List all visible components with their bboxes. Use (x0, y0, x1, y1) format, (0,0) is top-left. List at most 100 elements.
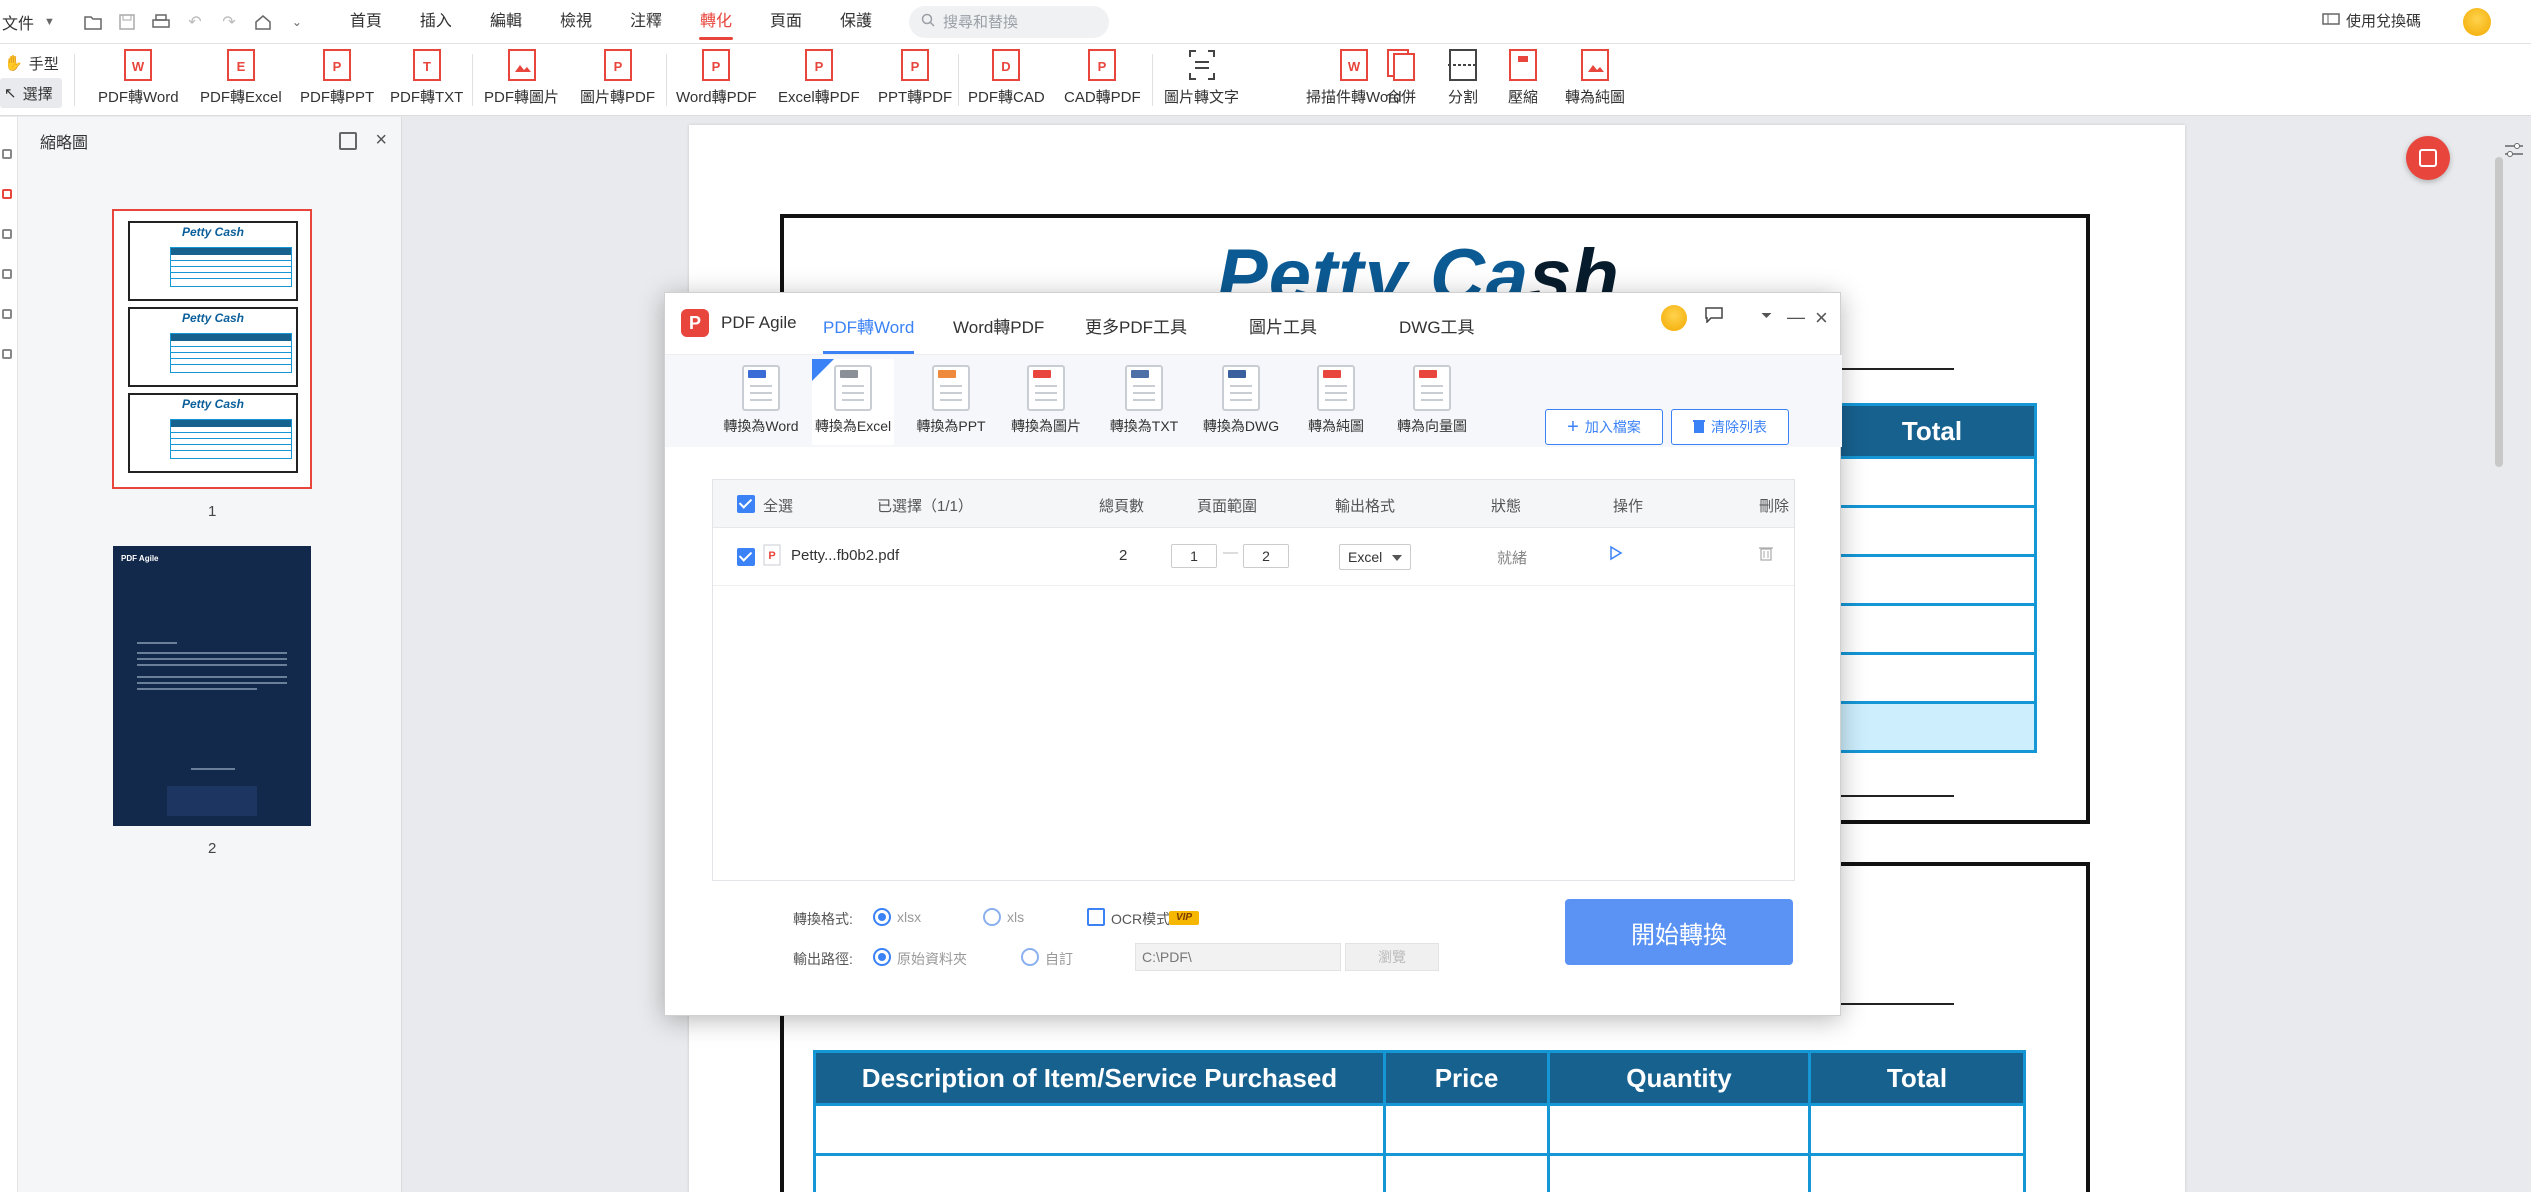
compress-button[interactable]: 壓縮 (1508, 48, 1538, 107)
pdf-to-cad-button[interactable]: D PDF轉CAD (968, 48, 1045, 107)
page-thumbnail-1[interactable]: Petty Cash Petty Cash Petty Cash (112, 209, 312, 489)
svg-text:T: T (423, 59, 431, 74)
annotation-icon[interactable] (2, 229, 12, 239)
page-from-input[interactable]: 1 (1171, 544, 1217, 568)
dialog-tab-image-tools[interactable]: 圖片工具 (1249, 313, 1317, 338)
table-row (1830, 456, 2034, 505)
image-to-text-button[interactable]: 圖片轉文字 (1164, 48, 1239, 107)
chevron-down-icon: ▼ (44, 15, 55, 28)
home-icon[interactable] (253, 12, 273, 32)
column-header-delete: 刪除 (1759, 498, 1790, 515)
custom-folder-radio[interactable] (1021, 948, 1039, 966)
output-path-input[interactable]: C:\PDF\ (1135, 943, 1341, 971)
subtool-to-excel[interactable]: 轉換為Excel (812, 359, 894, 445)
start-convert-button[interactable]: 開始轉換 (1565, 899, 1793, 965)
layer-icon[interactable] (2, 309, 12, 319)
ribbon-divider (74, 54, 75, 106)
tab-page[interactable]: 頁面 (751, 0, 821, 44)
ppt-doc-icon (932, 365, 970, 411)
excel-to-pdf-icon: P (804, 48, 834, 82)
bookmark-icon[interactable] (2, 149, 12, 159)
play-icon[interactable] (1609, 545, 1623, 565)
merge-button[interactable]: 合併 (1386, 48, 1416, 107)
hand-tool-button[interactable]: ✋ 手型 (0, 48, 62, 78)
file-table-header: 全選 已選擇（1/1） 總頁數 頁面範圍 輸出格式 狀態 操作 刪除 (713, 480, 1794, 528)
search-input[interactable]: 搜尋和替換 (909, 5, 1110, 38)
close-icon[interactable]: × (1815, 305, 1828, 331)
settings-sliders-icon[interactable] (2503, 141, 2525, 159)
ribbon-divider (1152, 54, 1153, 106)
file-row-checkbox[interactable] (737, 548, 755, 566)
tab-edit[interactable]: 編輯 (471, 0, 541, 44)
subtool-to-dwg[interactable]: 轉換為DWG (1200, 359, 1282, 445)
tab-insert[interactable]: 插入 (401, 0, 471, 44)
print-icon[interactable] (151, 12, 171, 32)
thumb-logo: PDF Agile (121, 554, 159, 563)
dialog-tab-word-to-pdf[interactable]: Word轉PDF (953, 313, 1044, 338)
thumb-contact-box (167, 786, 257, 816)
tab-protect[interactable]: 保護 (821, 0, 891, 44)
subtool-to-image[interactable]: 轉換為圖片 (1005, 359, 1087, 445)
thumbnail-options-icon[interactable] (339, 132, 357, 150)
split-button[interactable]: 分割 (1448, 48, 1478, 107)
pdf-to-txt-button[interactable]: T PDF轉TXT (390, 48, 463, 107)
vertical-scrollbar[interactable] (2495, 157, 2503, 467)
xls-radio-label: xls (1007, 909, 1025, 925)
attachment-icon[interactable] (2, 269, 12, 279)
ocr-checkbox[interactable] (1087, 908, 1105, 926)
delete-row-icon[interactable] (1759, 545, 1773, 565)
open-folder-icon[interactable] (83, 12, 103, 32)
add-file-button[interactable]: + 加入檔案 (1545, 409, 1663, 445)
excel-to-pdf-button[interactable]: P Excel轉PDF (778, 48, 860, 107)
cad-to-pdf-button[interactable]: P CAD轉PDF (1064, 48, 1141, 107)
pdf-to-image-button[interactable]: PDF轉圖片 (484, 48, 559, 107)
menu-icon[interactable]: ⏷ (1761, 307, 1772, 324)
page-to-input[interactable]: 2 (1243, 544, 1289, 568)
xlsx-radio[interactable] (873, 908, 891, 926)
tab-home[interactable]: 首頁 (331, 0, 401, 44)
ppt-to-pdf-button[interactable]: P PPT轉PDF (878, 48, 952, 107)
browse-button[interactable]: 瀏覽 (1345, 943, 1439, 971)
subtool-to-word[interactable]: 轉換為Word (720, 359, 802, 445)
floating-convert-button[interactable] (2406, 136, 2450, 180)
subtool-to-txt[interactable]: 轉換為TXT (1103, 359, 1185, 445)
dialog-tab-pdf-to-word[interactable]: PDF轉Word (823, 313, 915, 354)
pdf-to-excel-button[interactable]: E PDF轉Excel (200, 48, 282, 107)
clear-list-button[interactable]: 清除列表 (1671, 409, 1789, 445)
save-icon[interactable] (117, 12, 137, 32)
output-format-select[interactable]: Excel (1339, 544, 1411, 570)
dialog-tab-more-tools[interactable]: 更多PDF工具 (1085, 313, 1187, 338)
pdf-to-cad-label: PDF轉CAD (968, 89, 1045, 106)
close-icon[interactable]: × (375, 129, 387, 152)
avatar[interactable] (2463, 8, 2491, 36)
select-all-checkbox[interactable] (737, 495, 755, 513)
image-to-pdf-button[interactable]: P 圖片轉PDF (580, 48, 655, 107)
page-thumbnail-2[interactable]: PDF Agile (113, 546, 311, 826)
word-doc-icon (742, 365, 780, 411)
customize-chevron-icon[interactable]: ⌄ (287, 12, 307, 32)
redeem-code-button[interactable]: 使用兌換碼 (2322, 10, 2421, 31)
dialog-tab-dwg-tools[interactable]: DWG工具 (1399, 313, 1475, 338)
minimize-icon[interactable]: — (1787, 307, 1805, 328)
word-to-pdf-button[interactable]: P Word轉PDF (676, 48, 757, 107)
subtool-label: 轉換為Word (723, 418, 799, 434)
select-tool-button[interactable]: ↖ 選擇 (0, 78, 62, 108)
pdf-to-ppt-button[interactable]: P PDF轉PPT (300, 48, 374, 107)
feedback-icon[interactable] (1705, 307, 1723, 328)
redo-icon[interactable]: ↷ (219, 12, 239, 32)
avatar[interactable] (1661, 305, 1687, 331)
subtool-to-pure-image[interactable]: 轉為純圖 (1295, 359, 1377, 445)
to-pure-image-button[interactable]: 轉為純圖 (1565, 48, 1625, 107)
subtool-to-ppt[interactable]: 轉換為PPT (910, 359, 992, 445)
xls-radio[interactable] (983, 908, 1001, 926)
tab-view[interactable]: 檢視 (541, 0, 611, 44)
subtool-to-vector[interactable]: 轉為向量圖 (1391, 359, 1473, 445)
tab-convert[interactable]: 轉化 (681, 0, 751, 44)
original-folder-radio[interactable] (873, 948, 891, 966)
search-panel-icon[interactable] (2, 349, 12, 359)
file-menu[interactable]: 文件 ▼ (2, 10, 55, 34)
thumbnail-icon[interactable] (2, 189, 12, 199)
pdf-to-word-button[interactable]: W PDF轉Word (98, 48, 179, 107)
tab-annotate[interactable]: 注釋 (611, 0, 681, 44)
undo-icon[interactable]: ↶ (185, 12, 205, 32)
